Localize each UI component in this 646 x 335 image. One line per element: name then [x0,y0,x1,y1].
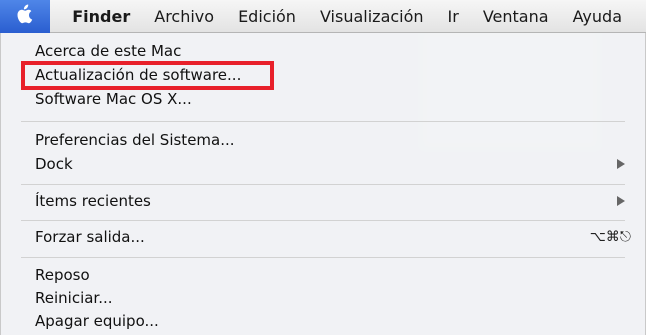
menu-item-shutdown[interactable]: Apagar equipo... [35,310,631,332]
menu-item-label: Forzar salida... [35,228,145,246]
menu-visualizacion[interactable]: Visualización [320,7,424,26]
menu-ir[interactable]: Ir [448,7,459,26]
menu-item-label: Software Mac OS X... [35,90,192,108]
menu-finder[interactable]: Finder [72,7,130,26]
menu-item-label: Dock [35,155,73,173]
menu-ayuda[interactable]: Ayuda [573,7,622,26]
menu-item-label: Reposo [35,266,90,284]
submenu-arrow-icon [617,159,625,169]
menu-edicion[interactable]: Edición [238,7,296,26]
submenu-arrow-icon [617,196,625,206]
menu-item-label: Preferencias del Sistema... [35,131,235,149]
apple-menu-button[interactable] [0,0,51,33]
menu-item-label: Acerca de este Mac [35,42,182,60]
menu-item-mac-os-software[interactable]: Software Mac OS X... [35,88,631,110]
menu-ventana[interactable]: Ventana [483,7,549,26]
menu-item-recent-items[interactable]: Ítems recientes [35,190,631,212]
menu-item-dock[interactable]: Dock [35,153,631,175]
menu-item-label: Reiniciar... [35,289,113,307]
keyboard-shortcut: ⌥⌘⎋ [589,229,631,245]
menu-item-label: Ítems recientes [35,192,151,210]
menu-separator [21,184,625,185]
menu-separator [21,220,625,221]
menu-item-sleep[interactable]: Reposo [35,264,631,286]
menu-separator [21,257,625,258]
menu-bar: Finder Archivo Edición Visualización Ir … [0,0,646,33]
menu-item-system-preferences[interactable]: Preferencias del Sistema... [35,129,631,151]
menu-item-force-quit[interactable]: Forzar salida... ⌥⌘⎋ [35,226,631,248]
highlight-annotation-box [21,61,274,90]
menu-item-restart[interactable]: Reiniciar... [35,287,631,309]
screen: Finder Archivo Edición Visualización Ir … [0,0,646,335]
menu-item-about[interactable]: Acerca de este Mac [35,40,631,62]
menu-item-label: Apagar equipo... [35,312,159,330]
menu-separator [21,121,625,122]
menu-archivo[interactable]: Archivo [154,7,214,26]
apple-icon [16,4,34,28]
